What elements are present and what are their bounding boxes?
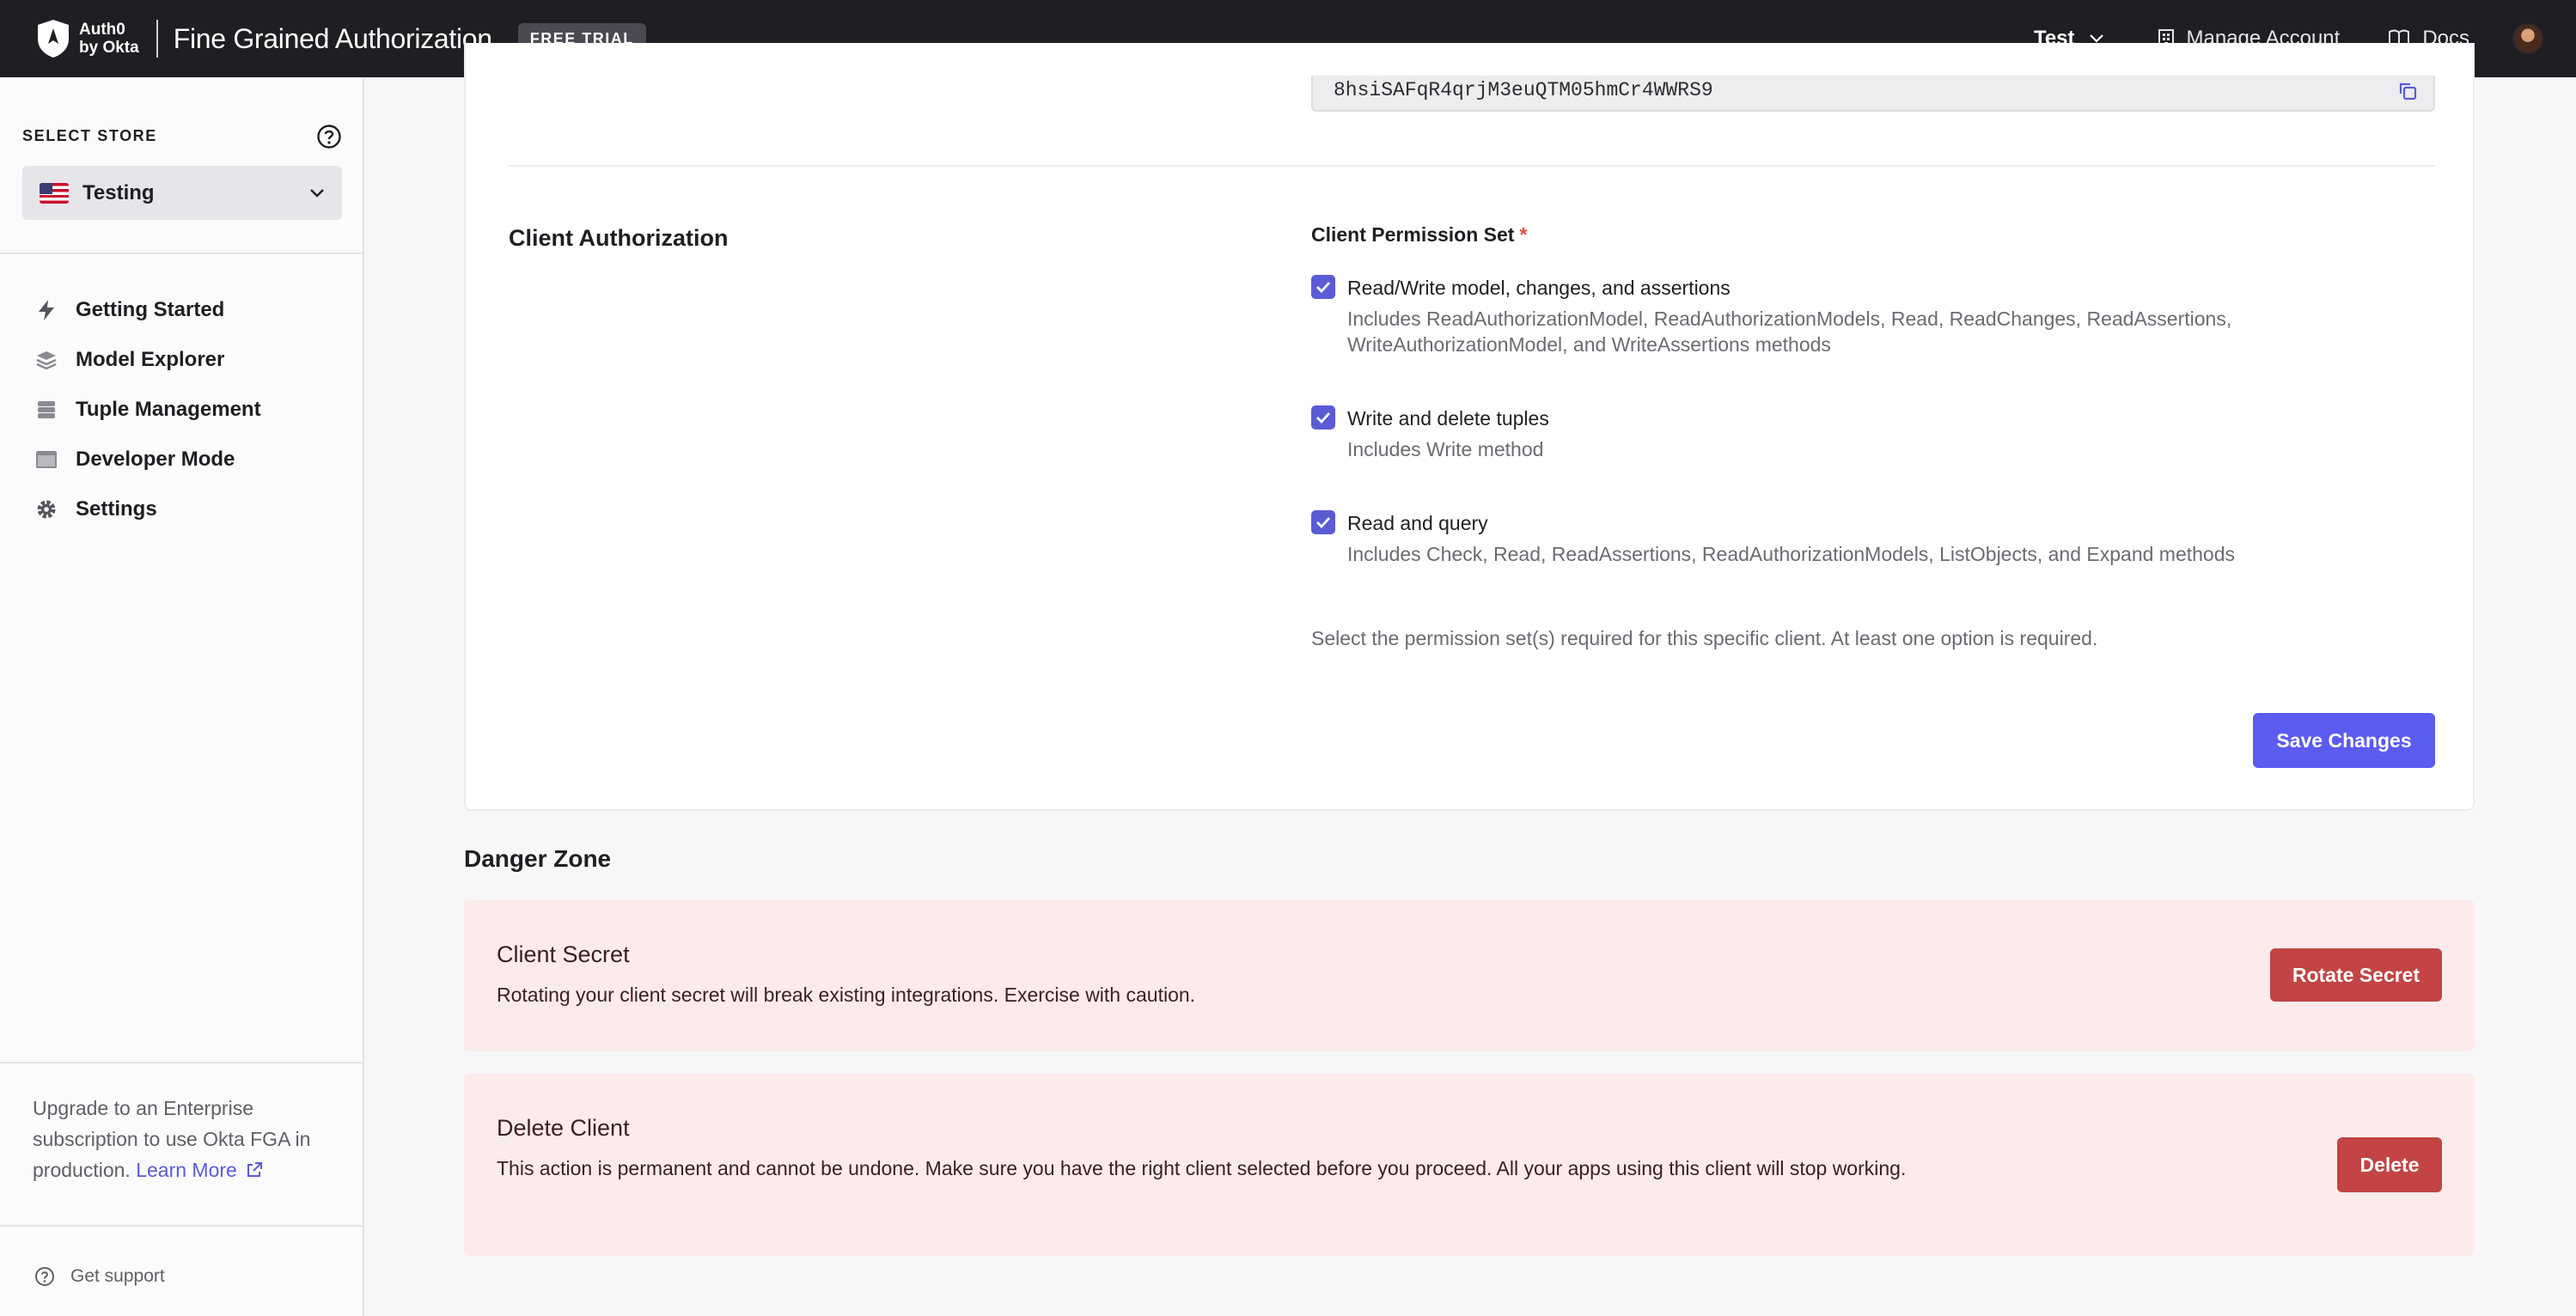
store-name: Testing [82,180,155,204]
permission-title: Read and query [1347,512,1488,534]
external-link-icon [247,1162,263,1177]
delete-client-title: Delete Client [497,1115,630,1141]
gear-icon [34,498,58,521]
sidebar-item-model-explorer[interactable]: Model Explorer [0,335,363,385]
checkbox-read-query[interactable] [1311,510,1335,534]
client-settings-card: 8hsiSAFqR4qrjM3euQTM05hmCr4WWRS9 Client … [464,43,2475,811]
layers-icon [34,350,58,370]
select-store-label: SELECT STORE [22,127,157,144]
danger-zone-title: Danger Zone [464,845,612,872]
client-secret-title: Client Secret [497,941,630,967]
save-changes-button[interactable]: Save Changes [2253,713,2435,768]
client-secret-danger-card: Client Secret Rotating your client secre… [464,900,2475,1051]
sidebar-item-label: Developer Mode [76,448,235,471]
sidebar-divider [0,253,363,254]
store-select[interactable]: Testing [22,166,342,220]
sidebar-nav: Getting Started Model Explorer Tuple Man… [0,285,363,534]
sidebar-item-settings[interactable]: Settings [0,484,363,534]
permission-description: Includes Write method [1347,438,1544,460]
delete-client-button[interactable]: Delete [2337,1137,2442,1192]
us-flag-icon [40,182,69,204]
permission-option-read-query: Read and query Includes Check, Read, Rea… [1311,510,2292,567]
upgrade-notice: Upgrade to an Enterprise subscription to… [33,1093,342,1185]
section-divider [509,165,2435,167]
permission-description: Includes Check, Read, ReadAssertions, Re… [1347,543,2236,565]
terminal-icon [34,450,58,469]
permission-option-read-write-model: Read/Write model, changes, and assertion… [1311,275,2292,357]
get-support-link[interactable]: Get support [34,1266,165,1287]
sidebar-item-label: Tuple Management [76,398,261,421]
permission-option-write-delete-tuples: Write and delete tuples Includes Write m… [1311,405,2292,462]
delete-client-description: This action is permanent and cannot be u… [497,1157,1907,1179]
database-icon [34,399,58,420]
product-name: Fine Grained Authorization [173,22,492,54]
delete-client-danger-card: Delete Client This action is permanent a… [464,1074,2475,1256]
checkmark-icon [1316,517,1331,528]
learn-more-link[interactable]: Learn More [136,1159,263,1181]
rotate-secret-button[interactable]: Rotate Secret [2270,948,2442,1002]
sidebar-item-developer-mode[interactable]: Developer Mode [0,435,363,484]
permission-title: Write and delete tuples [1347,407,1549,430]
client-secret-value: 8hsiSAFqR4qrjM3euQTM05hmCr4WWRS9 [1334,79,1713,101]
user-avatar[interactable] [2512,23,2543,54]
sidebar-item-getting-started[interactable]: Getting Started [0,285,363,335]
logo-divider [156,20,158,58]
sidebar-item-label: Getting Started [76,298,225,321]
permission-description: Includes ReadAuthorizationModel, ReadAut… [1347,308,2232,356]
logo-wordmark: Auth0 by Okta [79,21,139,57]
logo-line-2: by Okta [79,39,139,57]
help-circle-icon[interactable] [316,124,342,149]
auth0-shield-icon [38,20,69,58]
get-support-label: Get support [70,1266,165,1286]
permission-help-text: Select the permission set(s) required fo… [1311,627,2098,649]
help-circle-icon [35,1267,54,1286]
sidebar-item-label: Model Explorer [76,348,225,371]
auth0-logo[interactable]: Auth0 by Okta [34,0,139,77]
permission-title: Read/Write model, changes, and assertion… [1347,277,1731,299]
client-secret-field[interactable]: 8hsiSAFqR4qrjM3euQTM05hmCr4WWRS9 [1311,76,2435,112]
checkbox-write-delete-tuples[interactable] [1311,405,1335,430]
sidebar-item-label: Settings [76,497,157,521]
chevron-down-icon [310,188,324,198]
permission-set-label-text: Client Permission Set [1311,223,1515,246]
checkmark-icon [1316,282,1331,293]
client-authorization-title: Client Authorization [509,225,729,251]
client-secret-description: Rotating your client secret will break e… [497,984,1196,1006]
learn-more-label: Learn More [136,1159,237,1181]
sidebar-divider [0,1062,363,1063]
sidebar-divider [0,1225,363,1227]
bolt-icon [34,299,58,321]
permission-set-label: Client Permission Set * [1311,223,1527,247]
checkmark-icon [1316,412,1331,423]
sidebar: SELECT STORE Testing Getting Started Mod… [0,77,364,1316]
sidebar-item-tuple-management[interactable]: Tuple Management [0,385,363,435]
copy-icon[interactable] [2397,81,2418,101]
checkbox-read-write-model[interactable] [1311,275,1335,299]
logo-line-1: Auth0 [79,21,125,39]
required-marker: * [1519,223,1528,246]
